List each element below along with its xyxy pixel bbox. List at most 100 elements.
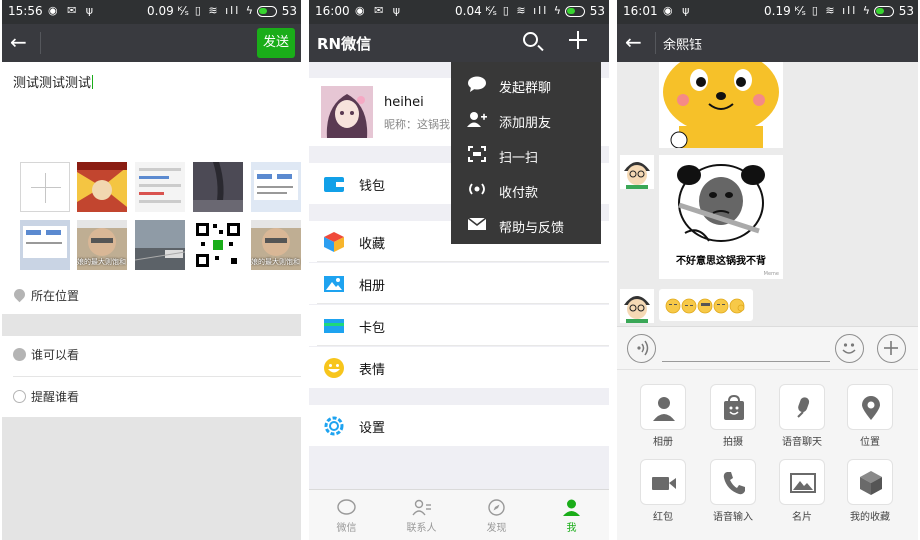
add-photo-button[interactable] — [20, 162, 70, 212]
compass-icon — [487, 499, 506, 516]
tab-contacts[interactable]: 联系人 — [384, 490, 459, 540]
wallet-icon — [323, 173, 345, 195]
back-arrow-icon[interactable]: ← — [10, 30, 27, 54]
battery-icon — [257, 6, 277, 17]
back-arrow-icon[interactable]: ← — [625, 30, 642, 54]
plus-icon[interactable] — [569, 31, 587, 49]
who-can-see-row[interactable]: 谁可以看 — [13, 336, 301, 374]
menu-settings[interactable]: 设置 — [309, 405, 609, 446]
toolbar-divider — [40, 32, 41, 54]
plus-popup-menu: 发起群聊 添加朋友 扫一扫 收付款 帮助与反馈 — [451, 62, 601, 244]
photo-image — [20, 220, 70, 270]
network-speed: 0.19 ᴷ⁄ₛ — [764, 4, 806, 18]
text-cursor — [92, 75, 94, 89]
send-button[interactable]: 发送 — [257, 28, 295, 58]
menu-label: 收藏 — [359, 237, 386, 252]
battery-level: 53 — [281, 4, 297, 18]
qr-code-image — [193, 220, 243, 270]
photo-image — [135, 220, 185, 270]
popup-label: 发起群聊 — [499, 81, 552, 96]
menu-label: 设置 — [359, 421, 386, 436]
row-divider — [317, 303, 609, 304]
tab-chats[interactable]: 微信 — [309, 490, 384, 540]
camera-bag-icon — [724, 395, 744, 420]
thumbnail-caption: 娘的最大则饱和 — [251, 258, 300, 266]
signal-icons: ▯ ≋ ıll ϟ — [194, 4, 255, 17]
photo-image — [77, 162, 127, 212]
chat-input-bar — [617, 326, 918, 370]
sticker-message[interactable]: 不好意思这锅我不背 Meme — [659, 155, 783, 279]
photo-thumbnail[interactable] — [77, 162, 127, 212]
row-divider — [13, 376, 301, 377]
tab-me[interactable]: 我 — [534, 490, 609, 540]
emoji-message-bubble[interactable] — [659, 289, 753, 321]
popup-item-scan[interactable]: 扫一扫 — [451, 137, 601, 172]
who-can-see-label: 谁可以看 — [31, 348, 80, 362]
tab-discover[interactable]: 发现 — [459, 490, 534, 540]
app-label: 相册 — [653, 437, 673, 448]
message-input[interactable] — [662, 361, 830, 362]
menu-label: 卡包 — [359, 321, 386, 336]
status-time: 15:56 — [8, 4, 43, 18]
photo-thumbnail[interactable] — [251, 162, 301, 212]
location-pin-icon — [11, 286, 28, 303]
menu-stickers[interactable]: 表情 — [309, 347, 609, 388]
remind-label: 提醒谁看 — [31, 390, 80, 404]
qr-code-thumbnail[interactable] — [193, 220, 243, 270]
menu-cards[interactable]: 卡包 — [309, 305, 609, 346]
avatar[interactable] — [620, 155, 654, 189]
chat-title: 余熙钰 — [663, 38, 703, 53]
popup-item-payment[interactable]: 收付款 — [451, 172, 601, 207]
avatar-image — [620, 289, 654, 323]
network-speed: 0.04 ᴷ⁄ₛ — [455, 4, 497, 18]
tab-label: 微信 — [336, 523, 357, 534]
payment-icon — [467, 181, 487, 197]
avatar-image — [620, 155, 654, 189]
sticker-message[interactable] — [659, 62, 783, 148]
sticker-watermark: Meme — [763, 271, 779, 277]
location-row[interactable]: 所在位置 — [11, 277, 301, 315]
app-label: 拍摄 — [723, 437, 743, 448]
app-button — [640, 459, 686, 505]
notification-icons: ◉ ✉ ψ — [48, 4, 97, 17]
menu-album[interactable]: 相册 — [309, 263, 609, 304]
popup-item-add-friend[interactable]: 添加朋友 — [451, 102, 601, 137]
popup-item-help[interactable]: 帮助与反馈 — [451, 207, 601, 242]
emoji-button[interactable] — [835, 334, 864, 363]
phone-icon — [723, 472, 745, 495]
me-screen: 16:00 ◉ ✉ ψ 0.04 ᴷ⁄ₛ ▯ ≋ ıll ϟ 53 RN微信 h… — [309, 0, 609, 540]
smiley-icon — [323, 357, 345, 379]
at-sign-icon — [13, 390, 26, 403]
search-icon[interactable] — [523, 32, 538, 47]
photo-thumbnail[interactable] — [135, 220, 185, 270]
app-label: 红包 — [653, 512, 673, 523]
photo-thumbnail[interactable]: 娘的最大则饱和 — [77, 220, 127, 270]
thumbnail-caption: 娘的最大则饱和 — [77, 258, 126, 266]
photo-thumbnail[interactable] — [20, 220, 70, 270]
image-icon — [790, 473, 816, 493]
photo-thumbnail[interactable] — [193, 162, 243, 212]
voice-toggle-button[interactable] — [627, 334, 656, 363]
globe-icon — [13, 348, 26, 361]
menu-label: 钱包 — [359, 179, 386, 194]
add-friend-icon — [467, 111, 487, 127]
remind-row[interactable]: 提醒谁看 — [13, 378, 301, 416]
photo-thumbnail[interactable] — [135, 162, 185, 212]
more-plus-button[interactable] — [877, 334, 906, 363]
toolbar: ← 余熙钰 — [617, 24, 918, 62]
person-icon — [653, 397, 675, 421]
compose-textarea[interactable]: 测试测试测试 — [13, 72, 94, 91]
photo-thumbnail[interactable]: 娘的最大则饱和 — [251, 220, 301, 270]
avatar[interactable] — [620, 289, 654, 323]
status-time: 16:01 — [623, 4, 658, 18]
app-button — [640, 384, 686, 430]
photo-image — [193, 162, 243, 212]
popup-item-group-chat[interactable]: 发起群聊 — [451, 67, 601, 102]
video-icon — [652, 477, 676, 490]
popup-label: 添加朋友 — [499, 116, 552, 131]
row-divider — [317, 345, 609, 346]
tab-label: 发现 — [486, 523, 507, 534]
profile-nickname: 昵称：这锅我 — [384, 118, 450, 131]
photo-image — [135, 162, 185, 212]
app-button — [710, 459, 756, 505]
